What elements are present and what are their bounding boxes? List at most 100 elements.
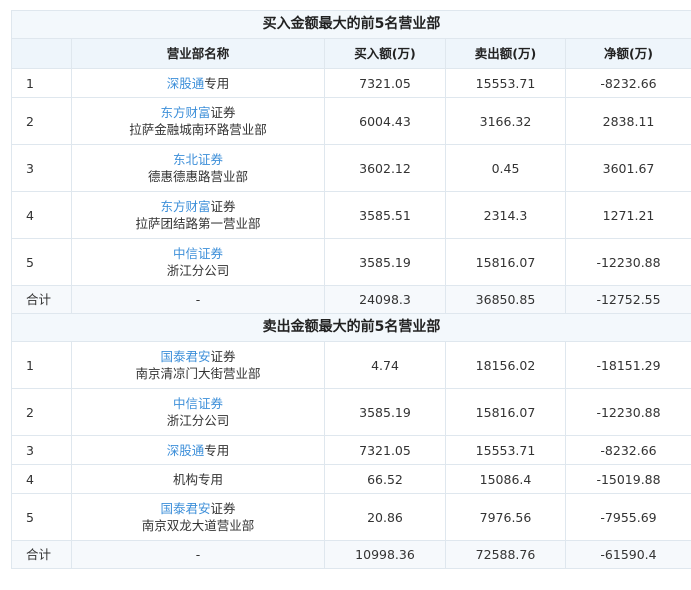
total-sell-cell: 72588.76	[446, 541, 566, 569]
column-header: 买入额(万)	[325, 39, 446, 69]
broker-link[interactable]: 国泰君安	[160, 349, 210, 364]
broker-link[interactable]: 中信证券	[173, 246, 223, 261]
broker-name-suffix: 证券	[211, 105, 236, 120]
broker-name: 东方财富证券	[76, 104, 320, 121]
broker-ranking-table: 买入金额最大的前5名营业部营业部名称买入额(万)卖出额(万)净额(万)1深股通专…	[11, 10, 691, 569]
total-name-cell: -	[72, 541, 325, 569]
total-net-cell: -61590.4	[566, 541, 691, 569]
column-header: 卖出额(万)	[446, 39, 566, 69]
buy-amount-cell: 3602.12	[325, 145, 446, 192]
total-row: 合计-24098.336850.85-12752.55	[12, 286, 691, 314]
broker-name-suffix: 机构专用	[173, 472, 223, 487]
buy-amount-cell: 3585.51	[325, 192, 446, 239]
net-amount-cell: 3601.67	[566, 145, 691, 192]
broker-name-cell: 深股通专用	[72, 436, 325, 465]
broker-name: 深股通专用	[76, 75, 320, 92]
total-sell-cell: 36850.85	[446, 286, 566, 314]
broker-name-cell: 国泰君安证券南京双龙大道营业部	[72, 494, 325, 541]
broker-name-cell: 东北证券德惠德惠路营业部	[72, 145, 325, 192]
sell-amount-cell: 2314.3	[446, 192, 566, 239]
sell-amount-cell: 7976.56	[446, 494, 566, 541]
net-amount-cell: -7955.69	[566, 494, 691, 541]
rank-cell: 2	[12, 389, 72, 436]
net-amount-cell: -8232.66	[566, 436, 691, 465]
total-name-cell: -	[72, 286, 325, 314]
total-net-cell: -12752.55	[566, 286, 691, 314]
broker-name: 中信证券	[76, 245, 320, 262]
column-header: 营业部名称	[72, 39, 325, 69]
branch-name: 南京双龙大道营业部	[76, 517, 320, 534]
section-title: 卖出金额最大的前5名营业部	[12, 314, 691, 342]
sell-amount-cell: 15816.07	[446, 239, 566, 286]
broker-name-suffix: 专用	[204, 76, 229, 91]
broker-link[interactable]: 深股通	[167, 76, 205, 91]
net-amount-cell: 1271.21	[566, 192, 691, 239]
total-row: 合计-10998.3672588.76-61590.4	[12, 541, 691, 569]
broker-name: 国泰君安证券	[76, 348, 320, 365]
broker-link[interactable]: 中信证券	[173, 396, 223, 411]
column-header: 净额(万)	[566, 39, 691, 69]
buy-amount-cell: 3585.19	[325, 239, 446, 286]
broker-name: 东方财富证券	[76, 198, 320, 215]
buy-amount-cell: 6004.43	[325, 98, 446, 145]
rank-cell: 3	[12, 145, 72, 192]
rank-cell: 1	[12, 69, 72, 98]
table-row: 4东方财富证券拉萨团结路第一营业部3585.512314.31271.21	[12, 192, 691, 239]
buy-amount-cell: 7321.05	[325, 436, 446, 465]
table-row: 1深股通专用7321.0515553.71-8232.66	[12, 69, 691, 98]
broker-name: 机构专用	[76, 471, 320, 488]
buy-amount-cell: 4.74	[325, 342, 446, 389]
sell-amount-cell: 3166.32	[446, 98, 566, 145]
broker-link[interactable]: 东北证券	[173, 152, 223, 167]
broker-name-suffix: 证券	[211, 199, 236, 214]
buy-amount-cell: 66.52	[325, 465, 446, 494]
branch-name: 德惠德惠路营业部	[76, 168, 320, 185]
rank-cell: 5	[12, 494, 72, 541]
net-amount-cell: 2838.11	[566, 98, 691, 145]
table-row: 3深股通专用7321.0515553.71-8232.66	[12, 436, 691, 465]
branch-name: 拉萨金融城南环路营业部	[76, 121, 320, 138]
net-amount-cell: -12230.88	[566, 389, 691, 436]
broker-link[interactable]: 东方财富	[160, 105, 210, 120]
broker-name-cell: 中信证券浙江分公司	[72, 389, 325, 436]
total-label: 合计	[12, 286, 72, 314]
rank-cell: 4	[12, 465, 72, 494]
net-amount-cell: -18151.29	[566, 342, 691, 389]
table-row: 3东北证券德惠德惠路营业部3602.120.453601.67	[12, 145, 691, 192]
sell-amount-cell: 15553.71	[446, 69, 566, 98]
broker-name-suffix: 专用	[204, 443, 229, 458]
sell-amount-cell: 15086.4	[446, 465, 566, 494]
sell-amount-cell: 15553.71	[446, 436, 566, 465]
broker-name-cell: 机构专用	[72, 465, 325, 494]
broker-name-suffix: 证券	[211, 501, 236, 516]
broker-name-suffix: 证券	[211, 349, 236, 364]
broker-link[interactable]: 国泰君安	[160, 501, 210, 516]
broker-link[interactable]: 深股通	[167, 443, 205, 458]
table-row: 5中信证券浙江分公司3585.1915816.07-12230.88	[12, 239, 691, 286]
buy-section-title-row: 买入金额最大的前5名营业部	[12, 11, 691, 39]
branch-name: 浙江分公司	[76, 262, 320, 279]
branch-name: 浙江分公司	[76, 412, 320, 429]
broker-name-cell: 东方财富证券拉萨团结路第一营业部	[72, 192, 325, 239]
total-buy-cell: 24098.3	[325, 286, 446, 314]
table-row: 4机构专用66.5215086.4-15019.88	[12, 465, 691, 494]
broker-name-cell: 深股通专用	[72, 69, 325, 98]
total-buy-cell: 10998.36	[325, 541, 446, 569]
broker-link[interactable]: 东方财富	[160, 199, 210, 214]
rank-cell: 1	[12, 342, 72, 389]
table-row: 1国泰君安证券南京清凉门大街营业部4.7418156.02-18151.29	[12, 342, 691, 389]
sell-amount-cell: 15816.07	[446, 389, 566, 436]
buy-amount-cell: 7321.05	[325, 69, 446, 98]
section-title: 买入金额最大的前5名营业部	[12, 11, 691, 39]
table-row: 5国泰君安证券南京双龙大道营业部20.867976.56-7955.69	[12, 494, 691, 541]
broker-name: 东北证券	[76, 151, 320, 168]
total-label: 合计	[12, 541, 72, 569]
buy-amount-cell: 3585.19	[325, 389, 446, 436]
rank-cell: 5	[12, 239, 72, 286]
broker-name: 国泰君安证券	[76, 500, 320, 517]
column-header-row: 营业部名称买入额(万)卖出额(万)净额(万)	[12, 39, 691, 69]
broker-name: 深股通专用	[76, 442, 320, 459]
sell-amount-cell: 0.45	[446, 145, 566, 192]
net-amount-cell: -8232.66	[566, 69, 691, 98]
table-row: 2中信证券浙江分公司3585.1915816.07-12230.88	[12, 389, 691, 436]
